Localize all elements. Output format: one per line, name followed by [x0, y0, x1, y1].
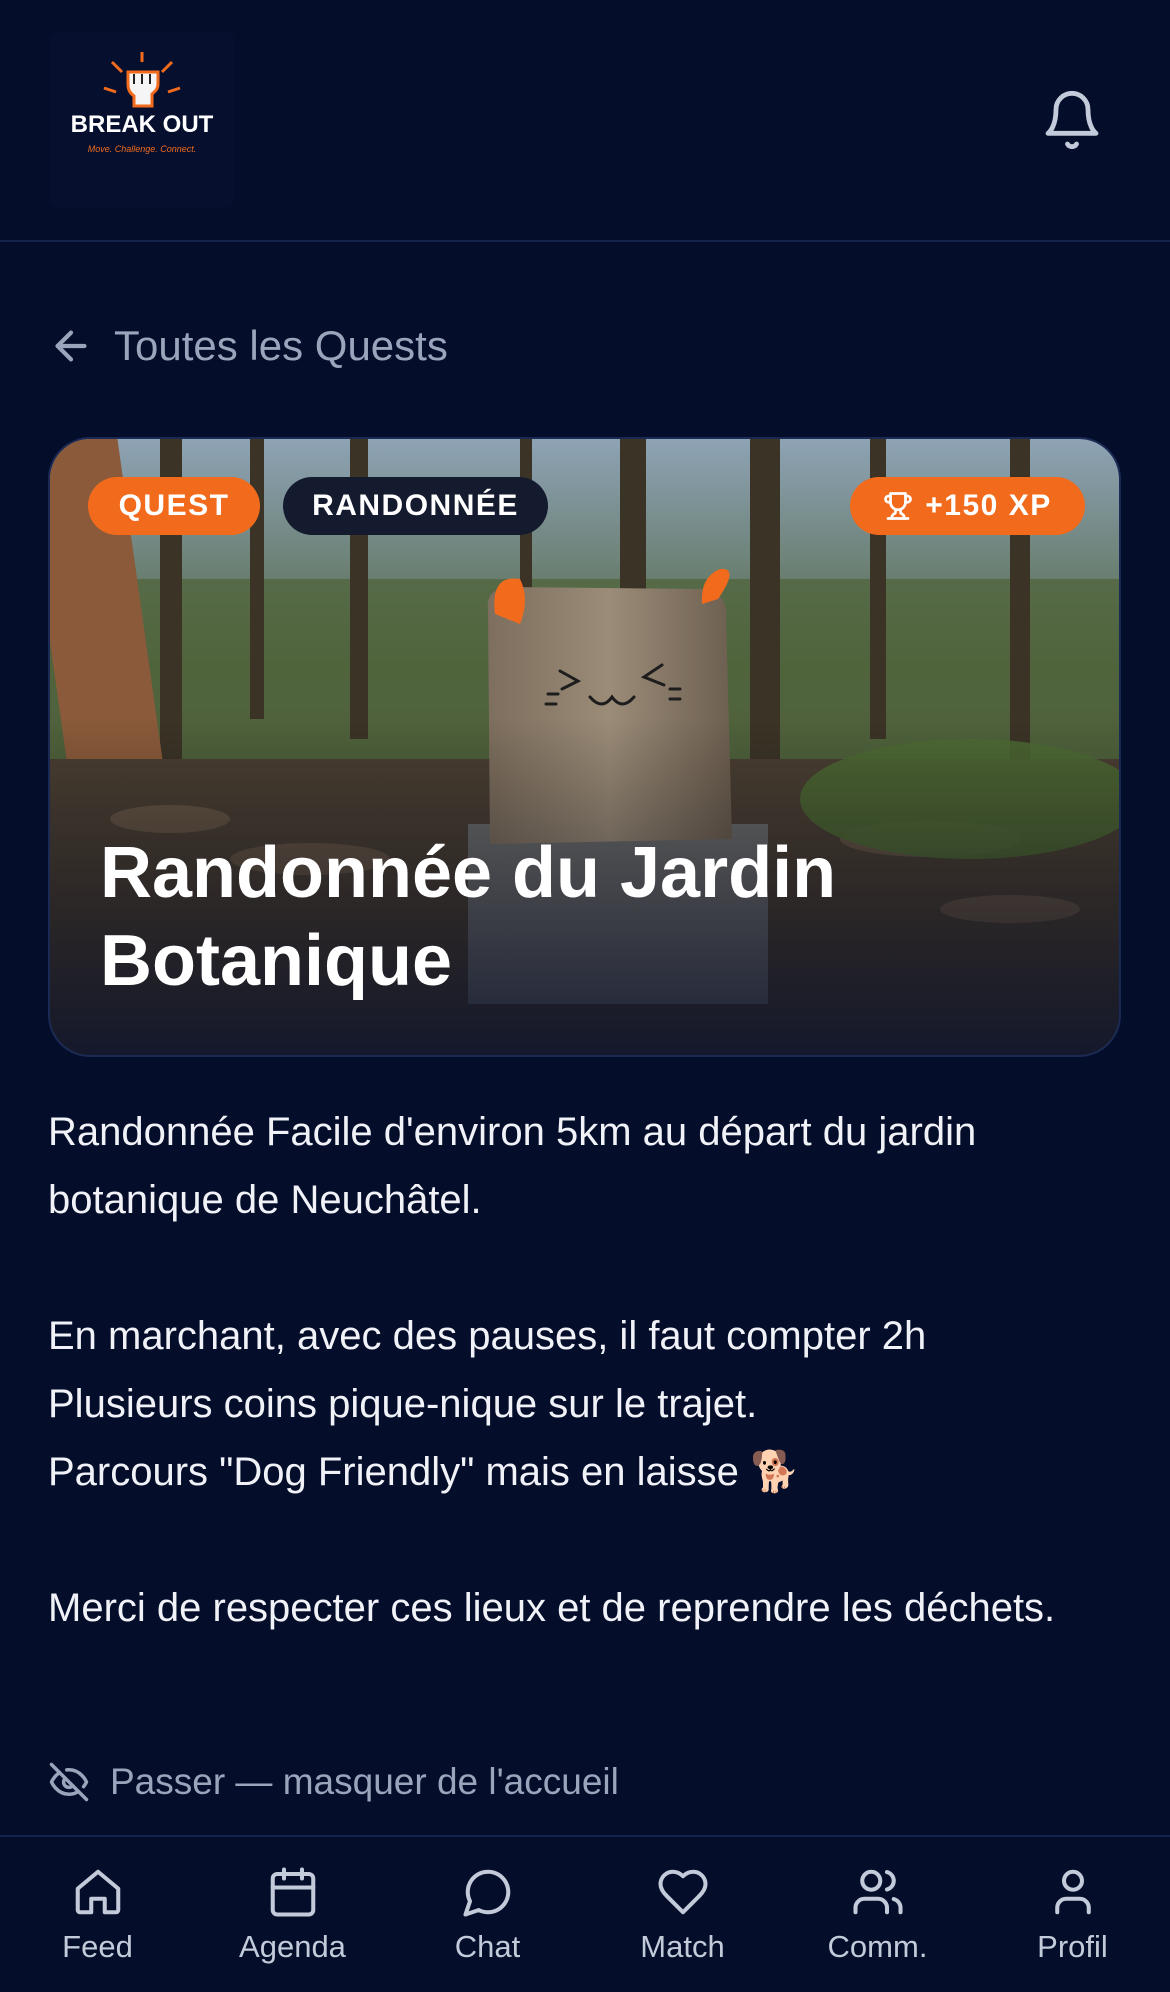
nav-item-profile[interactable]: Profil [975, 1837, 1170, 1992]
skip-label: Passer — masquer de l'accueil [110, 1761, 619, 1802]
arrow-left-icon [55, 330, 87, 362]
badge-category-label: RANDONNÉE [312, 489, 519, 522]
nav-label: Feed [62, 1929, 133, 1964]
description-spacer [48, 1506, 1128, 1574]
nav-item-chat[interactable]: Chat [390, 1837, 585, 1992]
description-line: En marchant, avec des pauses, il faut co… [48, 1314, 927, 1358]
quest-hero-card[interactable]: QUEST RANDONNÉE +150 XP Randonnée du Jar… [48, 437, 1121, 1057]
nav-label: Chat [454, 1929, 521, 1964]
nav-item-feed[interactable]: Feed [0, 1837, 195, 1992]
bottom-navigation: Feed Agenda Chat Match Comm. Profil [0, 1835, 1170, 1992]
quest-title: Randonnée du Jardin Botanique [100, 833, 837, 1001]
nav-item-match[interactable]: Match [585, 1837, 780, 1992]
badge-xp-label: +150 XP [925, 489, 1052, 522]
badge-quest-label: QUEST [118, 489, 230, 522]
description-paragraph: Merci de respecter ces lieux et de repre… [48, 1586, 1056, 1630]
app-root: BREAK OUT Move. Challenge. Connect. Tout… [0, 0, 1170, 1992]
description-line: Parcours "Dog Friendly" mais en laisse 🐕 [48, 1450, 800, 1494]
home-icon [75, 1869, 120, 1915]
logo-tagline: Move. Challenge. Connect. [88, 144, 197, 154]
nav-item-agenda[interactable]: Agenda [195, 1837, 390, 1992]
back-to-quests-link[interactable]: Toutes les Quests [48, 318, 448, 374]
users-icon [852, 1869, 903, 1915]
breakout-logo[interactable]: BREAK OUT Move. Challenge. Connect. [50, 32, 235, 207]
chat-bubble-icon [462, 1869, 510, 1917]
bell-icon[interactable] [1040, 88, 1104, 152]
badge-category: RANDONNÉE [283, 477, 548, 535]
skip-hide-from-home-link[interactable]: Passer — masquer de l'accueil [48, 1752, 619, 1812]
back-link-label: Toutes les Quests [114, 322, 448, 369]
badge-xp: +150 XP [850, 477, 1085, 535]
nav-item-community[interactable]: Comm. [780, 1837, 975, 1992]
description-paragraph: Randonnée Facile d'environ 5km au départ… [48, 1110, 977, 1222]
eye-off-icon [49, 1762, 89, 1802]
description-spacer [48, 1234, 1128, 1302]
logo-wordmark: BREAK OUT [71, 111, 214, 138]
top-header: BREAK OUT Move. Challenge. Connect. [0, 0, 1170, 242]
description-line: Plusieurs coins pique-nique sur le traje… [48, 1382, 758, 1426]
user-icon [1054, 1869, 1091, 1915]
nav-label: Profil [1037, 1929, 1108, 1964]
badge-quest: QUEST [88, 477, 260, 535]
trophy-icon [884, 492, 913, 520]
heart-icon [657, 1869, 708, 1915]
quest-description: Randonnée Facile d'environ 5km au départ… [48, 1098, 1128, 1642]
nav-label: Comm. [827, 1929, 928, 1964]
calendar-icon [270, 1867, 315, 1917]
nav-label: Match [640, 1929, 725, 1964]
nav-label: Agenda [239, 1929, 346, 1964]
